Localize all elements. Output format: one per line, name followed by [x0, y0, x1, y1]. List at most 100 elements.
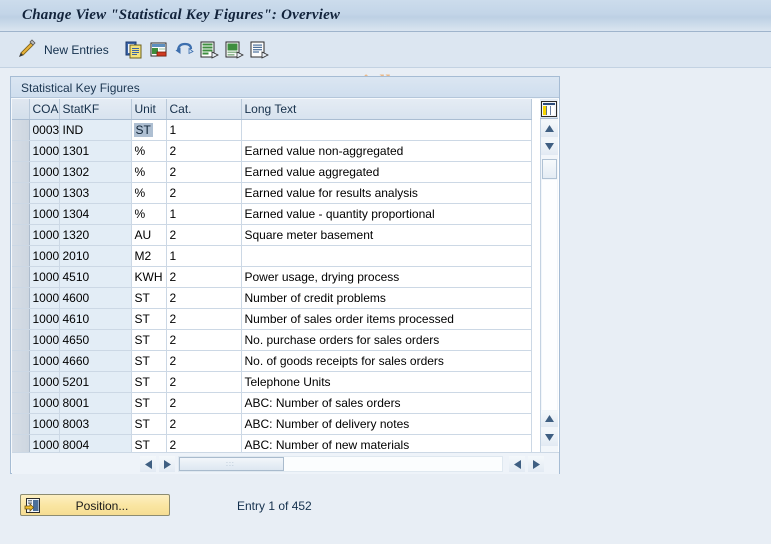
cell-coar[interactable]: 1000 — [29, 371, 60, 393]
cell-cat[interactable]: 2 — [166, 140, 242, 162]
cell-long-text[interactable]: Earned value aggregated — [241, 161, 532, 183]
row-selector[interactable] — [12, 182, 30, 204]
undo-icon[interactable] — [174, 40, 194, 60]
table-row[interactable]: 1000 1302% 2 Earned value aggregated — [12, 161, 532, 183]
row-selector[interactable] — [12, 140, 30, 162]
cell-unit[interactable]: % — [131, 140, 167, 162]
cell-unit[interactable]: % — [131, 161, 167, 183]
column-header-unit[interactable]: Unit — [131, 99, 167, 120]
cell-coar[interactable]: 1000 — [29, 287, 60, 309]
scroll-up-icon[interactable] — [541, 121, 558, 137]
new-entries-button[interactable]: New Entries — [44, 43, 109, 57]
cell-long-text[interactable]: No. purchase orders for sales orders — [241, 329, 532, 351]
cell-unit[interactable]: ST — [131, 350, 167, 372]
page-up-icon[interactable] — [541, 411, 558, 427]
row-selector[interactable] — [12, 392, 30, 414]
cell-unit[interactable]: M2 — [131, 245, 167, 267]
table-horizontal-scrollbar[interactable]: ::: — [12, 452, 559, 474]
cell-cat[interactable]: 2 — [166, 392, 242, 414]
cell-cat[interactable]: 2 — [166, 413, 242, 435]
scroll-right-icon[interactable] — [159, 456, 175, 472]
cell-coar[interactable]: 1000 — [29, 350, 60, 372]
cell-statkf[interactable]: 4610 — [59, 308, 132, 330]
vertical-scrollbar-track[interactable] — [542, 180, 557, 410]
table-row[interactable]: 1000 5201 ST 2 Telephone Units — [12, 371, 532, 393]
table-row[interactable]: 1000 4660 ST 2 No. of goods receipts for sal… — [12, 350, 532, 372]
cell-unit[interactable]: ST — [131, 119, 167, 141]
cell-statkf[interactable]: 1303 — [59, 182, 132, 204]
column-header-statkf[interactable]: StatKF — [59, 99, 132, 120]
horizontal-scrollbar-thumb[interactable]: ::: — [179, 457, 284, 471]
cell-long-text[interactable]: Earned value non-aggregated — [241, 140, 532, 162]
cell-long-text[interactable]: No. of goods receipts for sales orders — [241, 350, 532, 372]
cell-long-text[interactable] — [241, 245, 532, 267]
column-header-cat[interactable]: Cat. — [166, 99, 242, 120]
cell-long-text[interactable]: ABC: Number of delivery notes — [241, 413, 532, 435]
cell-long-text[interactable]: Earned value - quantity proportional — [241, 203, 532, 225]
row-selector[interactable] — [12, 119, 30, 141]
cell-statkf[interactable]: 2010 — [59, 245, 132, 267]
cell-cat[interactable]: 2 — [166, 266, 242, 288]
table-row[interactable]: 1000 8003 ST 2 ABC: Number of delivery notes — [12, 413, 532, 435]
page-down-icon[interactable] — [541, 430, 558, 446]
cell-unit[interactable]: ST — [131, 308, 167, 330]
cell-statkf[interactable]: 4650 — [59, 329, 132, 351]
cell-coar[interactable]: 1000 — [29, 245, 60, 267]
cell-coar[interactable]: 1000 — [29, 203, 60, 225]
row-selector[interactable] — [12, 287, 30, 309]
cell-cat[interactable]: 1 — [166, 245, 242, 267]
table-row[interactable]: 0003 IND ST 1 — [12, 119, 532, 141]
cell-cat[interactable]: 2 — [166, 224, 242, 246]
cell-long-text[interactable]: Square meter basement — [241, 224, 532, 246]
cell-coar[interactable]: 1000 — [29, 140, 60, 162]
table-row[interactable]: 1000 4650 ST 2 No. purchase orders for sales… — [12, 329, 532, 351]
cell-long-text[interactable]: ABC: Number of sales orders — [241, 392, 532, 414]
cell-unit[interactable]: ST — [131, 413, 167, 435]
cell-coar[interactable]: 0003 — [29, 119, 60, 141]
cell-cat[interactable]: 2 — [166, 161, 242, 183]
pencil-icon[interactable] — [14, 38, 38, 62]
row-selector[interactable] — [12, 266, 30, 288]
variant-icon[interactable] — [224, 40, 244, 60]
cell-unit[interactable]: ST — [131, 287, 167, 309]
cell-coar[interactable]: 1000 — [29, 266, 60, 288]
row-selector[interactable] — [12, 308, 30, 330]
table-row[interactable]: 1000 2010 M2 1 — [12, 245, 532, 267]
cell-long-text[interactable] — [241, 119, 532, 141]
cell-long-text[interactable]: Number of sales order items processed — [241, 308, 532, 330]
delete-row-icon[interactable] — [149, 40, 169, 60]
row-selector[interactable] — [12, 245, 30, 267]
table-vertical-scrollbar[interactable] — [540, 99, 558, 452]
row-selector[interactable] — [12, 224, 30, 246]
row-selector[interactable] — [12, 203, 30, 225]
cell-long-text[interactable]: Telephone Units — [241, 371, 532, 393]
cell-statkf[interactable]: 8001 — [59, 392, 132, 414]
print-preview-icon[interactable] — [249, 40, 269, 60]
cell-unit[interactable]: % — [131, 182, 167, 204]
row-selector[interactable] — [12, 329, 30, 351]
select-layout-icon[interactable] — [199, 40, 219, 60]
cell-coar[interactable]: 1000 — [29, 329, 60, 351]
cell-cat[interactable]: 2 — [166, 308, 242, 330]
cell-cat[interactable]: 2 — [166, 350, 242, 372]
cell-statkf[interactable]: 4660 — [59, 350, 132, 372]
table-row[interactable]: 1000 8001 ST 2 ABC: Number of sales orders — [12, 392, 532, 414]
cell-coar[interactable]: 1000 — [29, 392, 60, 414]
cell-unit[interactable]: AU — [131, 224, 167, 246]
cell-long-text[interactable]: Earned value for results analysis — [241, 182, 532, 204]
column-config-icon[interactable] — [540, 99, 558, 119]
cell-unit[interactable]: % — [131, 203, 167, 225]
table-row[interactable]: 1000 4600 ST 2 Number of credit problems — [12, 287, 532, 309]
cell-coar[interactable]: 1000 — [29, 224, 60, 246]
table-row[interactable]: 1000 1303% 2 Earned value for results analy… — [12, 182, 532, 204]
vertical-scrollbar-thumb[interactable] — [542, 159, 557, 179]
cell-cat[interactable]: 2 — [166, 287, 242, 309]
table-row[interactable]: 1000 4510 KWH 2 Power usage, drying process — [12, 266, 532, 288]
scroll-left-end-icon[interactable] — [509, 456, 525, 472]
scroll-down-icon[interactable] — [541, 139, 558, 155]
select-all-header[interactable] — [12, 99, 30, 120]
cell-unit[interactable]: ST — [131, 371, 167, 393]
cell-statkf[interactable]: 5201 — [59, 371, 132, 393]
cell-unit[interactable]: ST — [131, 392, 167, 414]
cell-unit[interactable]: KWH — [131, 266, 167, 288]
